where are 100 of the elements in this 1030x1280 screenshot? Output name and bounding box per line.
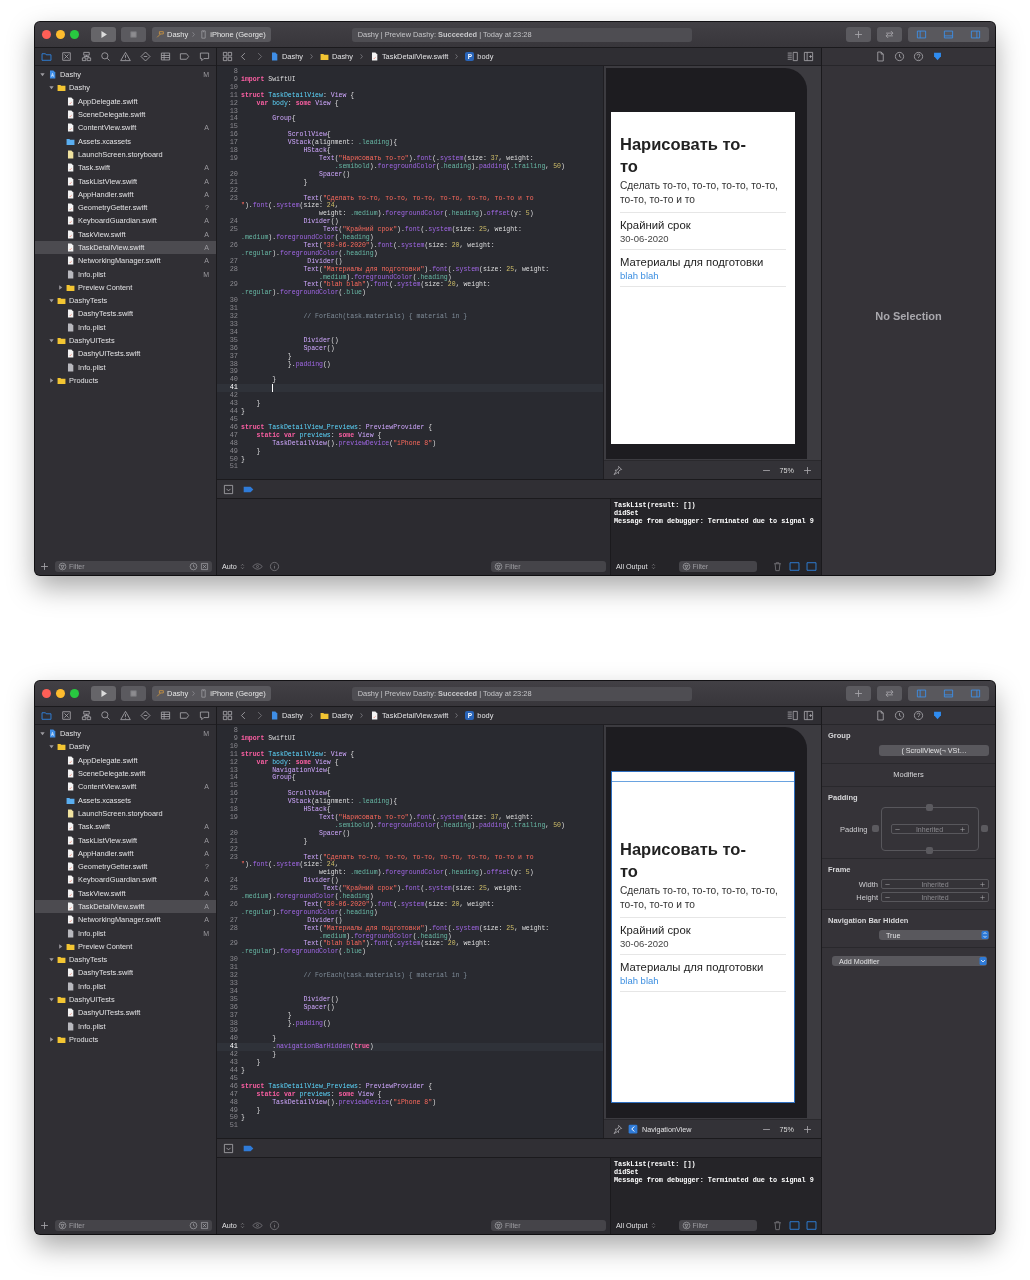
code-review-button[interactable]: [877, 27, 902, 42]
code-review-button[interactable]: [877, 686, 902, 701]
materials-link[interactable]: blah blah: [620, 269, 786, 282]
variables-view-icon[interactable]: [789, 1219, 800, 1231]
pin-icon[interactable]: [612, 464, 623, 476]
warning-icon[interactable]: [120, 51, 131, 62]
clock-icon[interactable]: [893, 710, 905, 721]
trash-icon[interactable]: [772, 560, 783, 572]
disclosure-triangle[interactable]: [48, 297, 55, 305]
disclosure-triangle[interactable]: [48, 376, 55, 384]
tag-icon[interactable]: [179, 710, 191, 721]
checkbox[interactable]: [980, 825, 988, 832]
folder-icon: [319, 52, 329, 61]
document-icon: [66, 309, 75, 319]
help-icon[interactable]: [912, 710, 924, 721]
document-icon[interactable]: [874, 51, 886, 62]
filter-icon: [681, 561, 691, 571]
disclosure-triangle[interactable]: [48, 337, 55, 345]
checkbox[interactable]: [925, 847, 933, 854]
minimize-button[interactable]: [56, 30, 65, 39]
zoom-in-icon[interactable]: [802, 464, 813, 476]
disclosure-triangle[interactable]: [48, 743, 55, 751]
disclosure-triangle[interactable]: [39, 730, 46, 738]
phone-screen[interactable]: Нарисовать то-то Сделать то-то, то-то, то-то, то-то, то-то, то-то и то Крайний срок 30-06-2020 Материалы для подготовки blah blah: [611, 771, 795, 1103]
eye-icon[interactable]: [251, 1219, 263, 1231]
document-icon: [66, 349, 75, 359]
editor-options-icon[interactable]: [787, 51, 798, 62]
zoom-button[interactable]: [70, 30, 79, 39]
speech-bubble-icon[interactable]: [199, 51, 210, 62]
document-icon: [66, 163, 75, 173]
plus-icon[interactable]: [979, 893, 986, 901]
editor-options-icon[interactable]: [787, 710, 798, 721]
list-icon[interactable]: [159, 710, 171, 721]
zoom-button[interactable]: [70, 689, 79, 698]
library-button[interactable]: [846, 27, 871, 42]
document-icon[interactable]: [874, 710, 886, 721]
checkbox[interactable]: [925, 804, 933, 811]
disclosure-triangle[interactable]: [48, 996, 55, 1004]
hide-debug-area-icon[interactable]: [223, 1142, 234, 1154]
hierarchy-icon[interactable]: [80, 51, 92, 62]
disclosure-triangle[interactable]: [39, 71, 46, 79]
shield-icon[interactable]: [931, 51, 943, 62]
add-editor-icon[interactable]: [803, 51, 814, 62]
clock-icon[interactable]: [189, 1220, 198, 1230]
warning-icon[interactable]: [120, 710, 131, 721]
folder-icon: [57, 742, 66, 752]
disclosure-triangle[interactable]: [48, 1035, 55, 1043]
pin-icon[interactable]: [612, 1123, 623, 1135]
clock-icon[interactable]: [189, 561, 198, 571]
tag-icon[interactable]: [179, 51, 191, 62]
minimize-button[interactable]: [56, 689, 65, 698]
clock-icon[interactable]: [893, 51, 905, 62]
plus-icon[interactable]: [958, 825, 966, 833]
console-view-icon[interactable]: [806, 560, 817, 572]
speech-bubble-icon[interactable]: [199, 710, 210, 721]
run-button[interactable]: [91, 686, 116, 701]
close-button[interactable]: [42, 689, 51, 698]
add-editor-icon[interactable]: [803, 710, 814, 721]
variables-view-icon[interactable]: [789, 560, 800, 572]
list-icon[interactable]: [159, 51, 171, 62]
diamond-icon[interactable]: [139, 710, 151, 721]
search-icon[interactable]: [100, 710, 112, 721]
run-button[interactable]: [91, 27, 116, 42]
document-icon: [66, 1008, 75, 1018]
zoom-in-icon[interactable]: [802, 1123, 813, 1135]
console-view-icon[interactable]: [806, 1219, 817, 1231]
disclosure-triangle[interactable]: [57, 283, 64, 291]
phone-screen[interactable]: Нарисовать то-то Сделать то-то, то-то, то-то, то-то, то-то, то-то и то Крайний срок 30-06-2020 Материалы для подготовки blah blah: [611, 112, 795, 444]
library-button[interactable]: [846, 686, 871, 701]
hide-debug-area-icon[interactable]: [223, 483, 234, 495]
folder-icon: [57, 83, 66, 93]
materials-link[interactable]: blah blah: [620, 974, 786, 987]
disclosure-triangle[interactable]: [48, 84, 55, 92]
task-title: Нарисовать то-то: [620, 839, 747, 883]
stop-button[interactable]: [121, 686, 146, 701]
info-icon[interactable]: [268, 1219, 280, 1231]
grid-icon[interactable]: [222, 710, 233, 721]
stop-button[interactable]: [121, 27, 146, 42]
task-title: Нарисовать то-то: [620, 134, 747, 178]
hierarchy-icon[interactable]: [80, 710, 92, 721]
plus-icon[interactable]: [979, 880, 986, 888]
disclosure-triangle[interactable]: [57, 942, 64, 950]
diamond-icon[interactable]: [139, 51, 151, 62]
trash-icon[interactable]: [772, 1219, 783, 1231]
help-icon[interactable]: [912, 51, 924, 62]
info-icon[interactable]: [268, 560, 280, 572]
task-description: Сделать то-то, то-то, то-то, то-то, то-то, то-то и то: [620, 178, 779, 208]
disclosure-triangle[interactable]: [48, 956, 55, 964]
checkbox[interactable]: [871, 825, 879, 832]
shield-icon[interactable]: [931, 710, 943, 721]
close-button[interactable]: [42, 30, 51, 39]
plus-icon[interactable]: [39, 1219, 50, 1231]
plus-icon[interactable]: [39, 560, 50, 572]
document-icon: [66, 875, 75, 885]
eye-icon[interactable]: [251, 560, 263, 572]
grid-icon[interactable]: [222, 51, 233, 62]
plus-icon: [853, 688, 864, 699]
folder-icon[interactable]: [41, 710, 52, 721]
search-icon[interactable]: [100, 51, 112, 62]
folder-icon[interactable]: [41, 51, 52, 62]
